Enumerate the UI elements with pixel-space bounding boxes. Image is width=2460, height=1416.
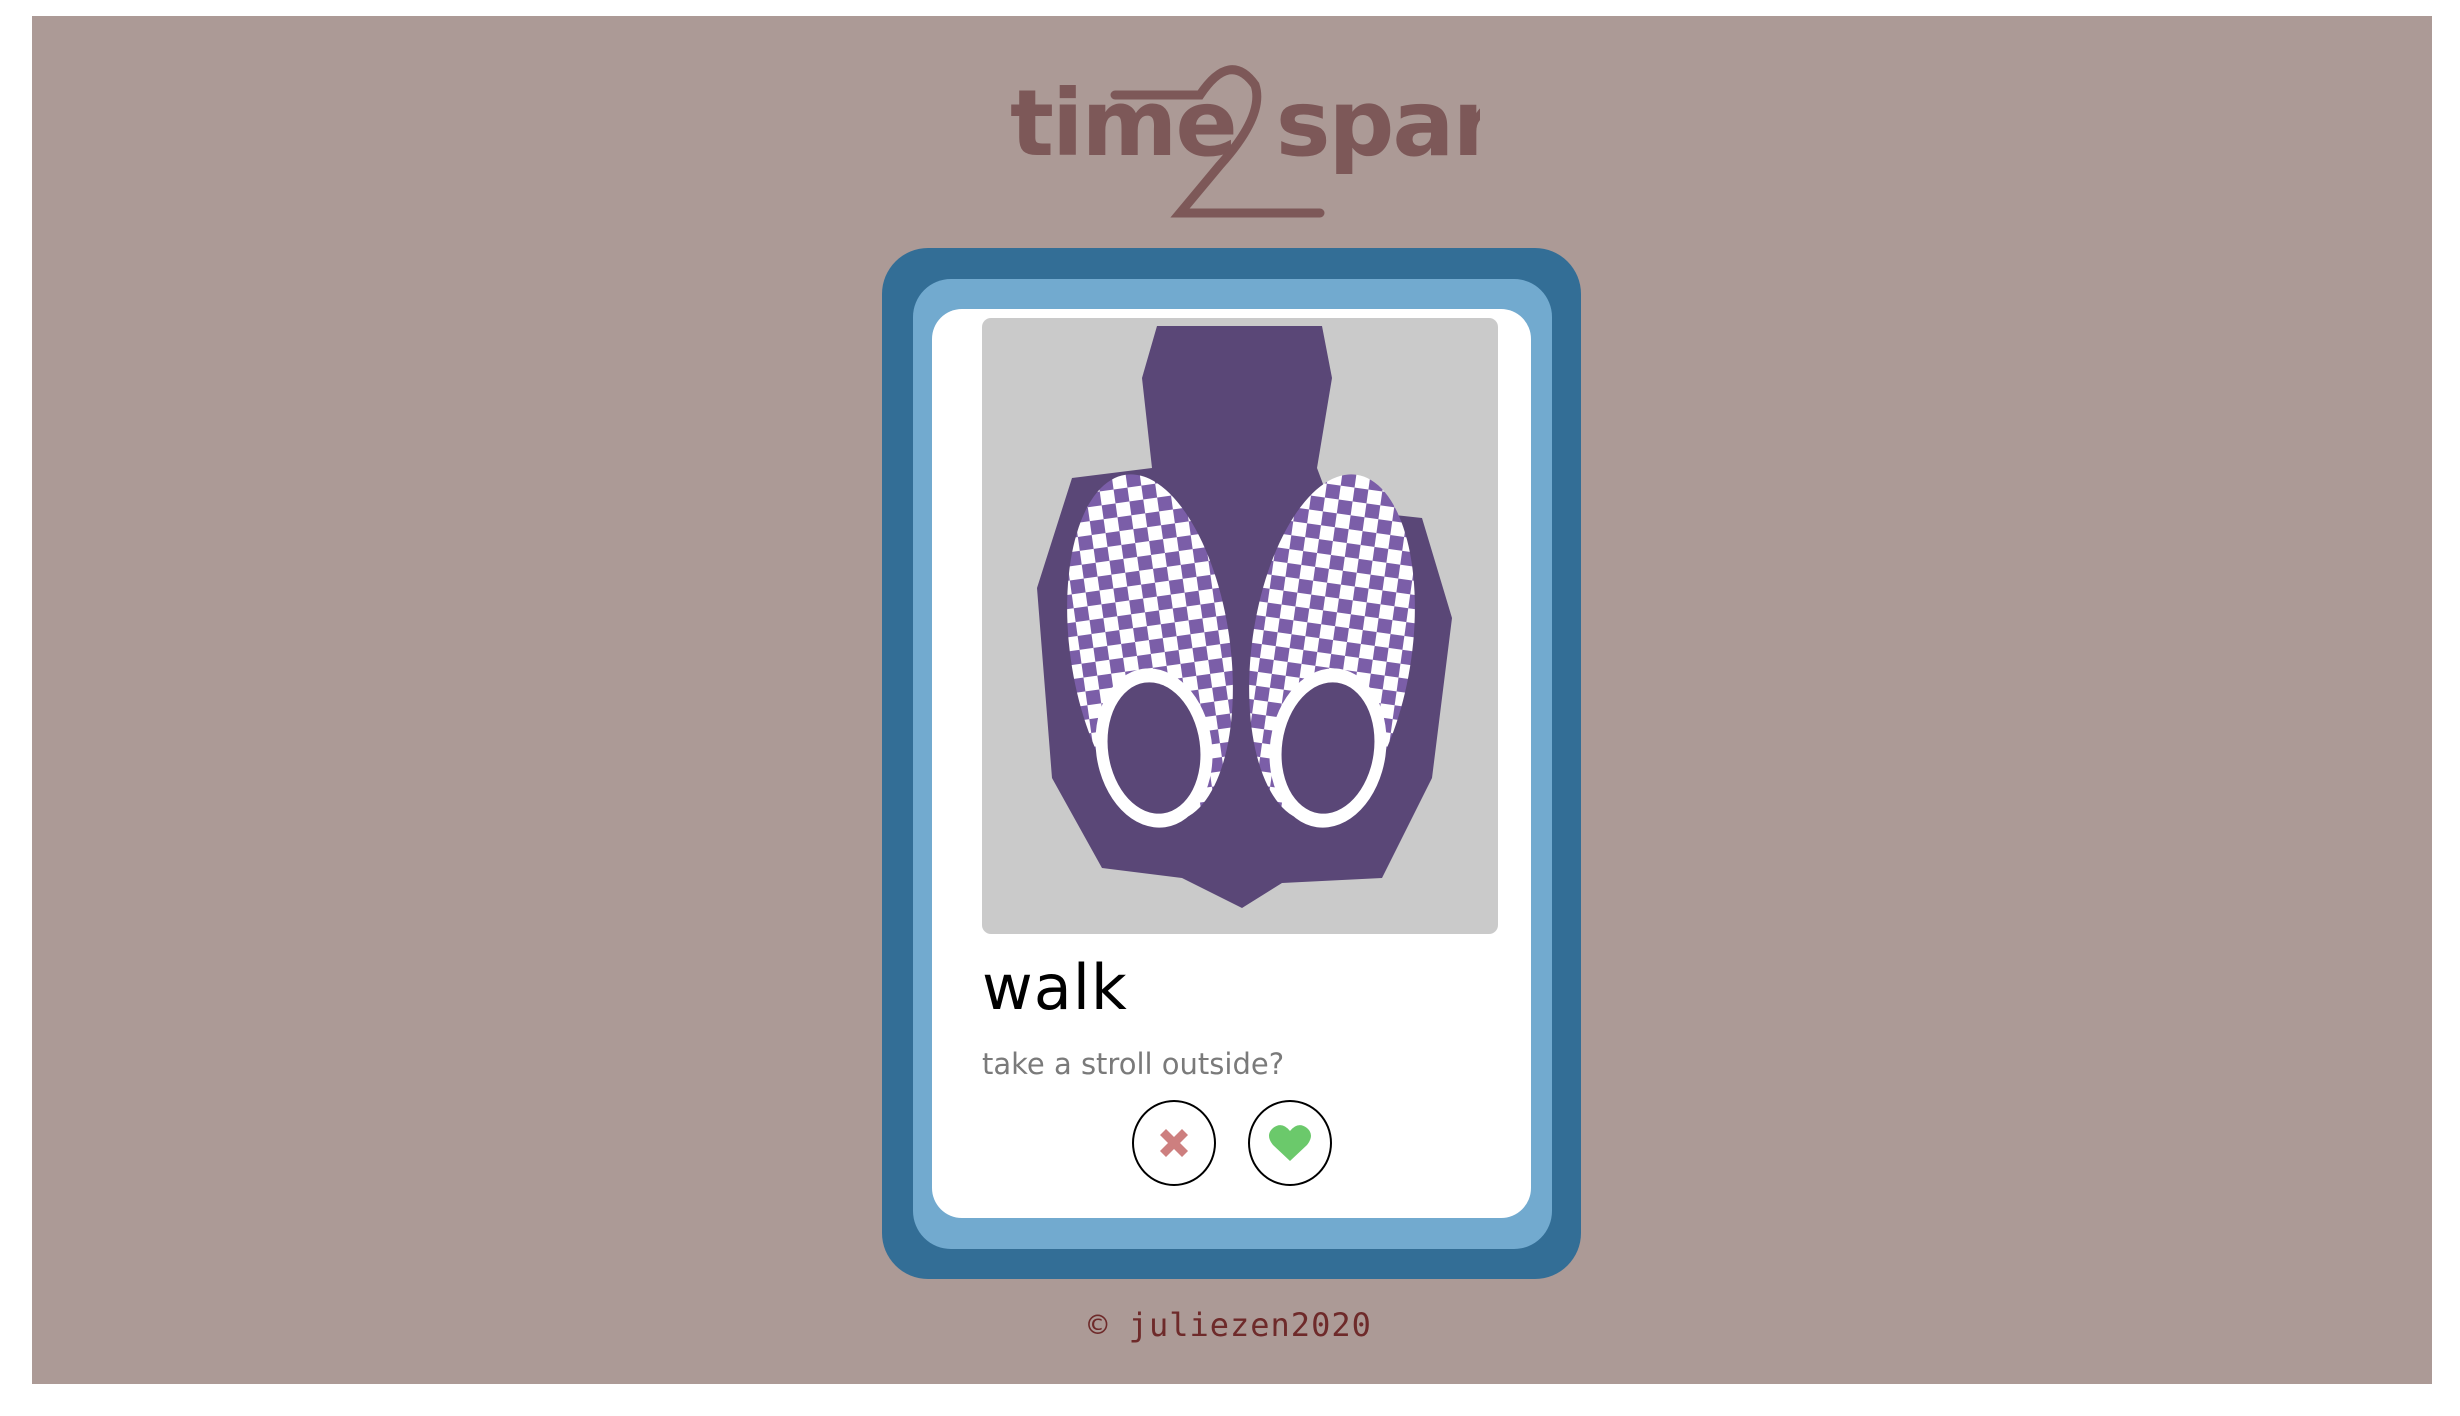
card-frame: walk take a stroll outside?	[913, 279, 1552, 1249]
shoes-illustration	[1037, 326, 1452, 908]
copyright-footer: © juliezen2020	[1088, 1306, 1372, 1344]
activity-image	[982, 318, 1498, 934]
x-icon	[1160, 1129, 1188, 1157]
activity-card: walk take a stroll outside?	[882, 248, 1581, 1279]
card-body: walk take a stroll outside?	[932, 309, 1531, 1218]
activity-description: take a stroll outside?	[982, 1047, 1285, 1081]
reject-button[interactable]	[1132, 1100, 1216, 1186]
activity-title: walk	[982, 951, 1128, 1024]
heart-icon	[1269, 1125, 1311, 1161]
time2spare-logo: timespare	[1010, 65, 1480, 218]
like-button[interactable]	[1248, 1100, 1332, 1186]
